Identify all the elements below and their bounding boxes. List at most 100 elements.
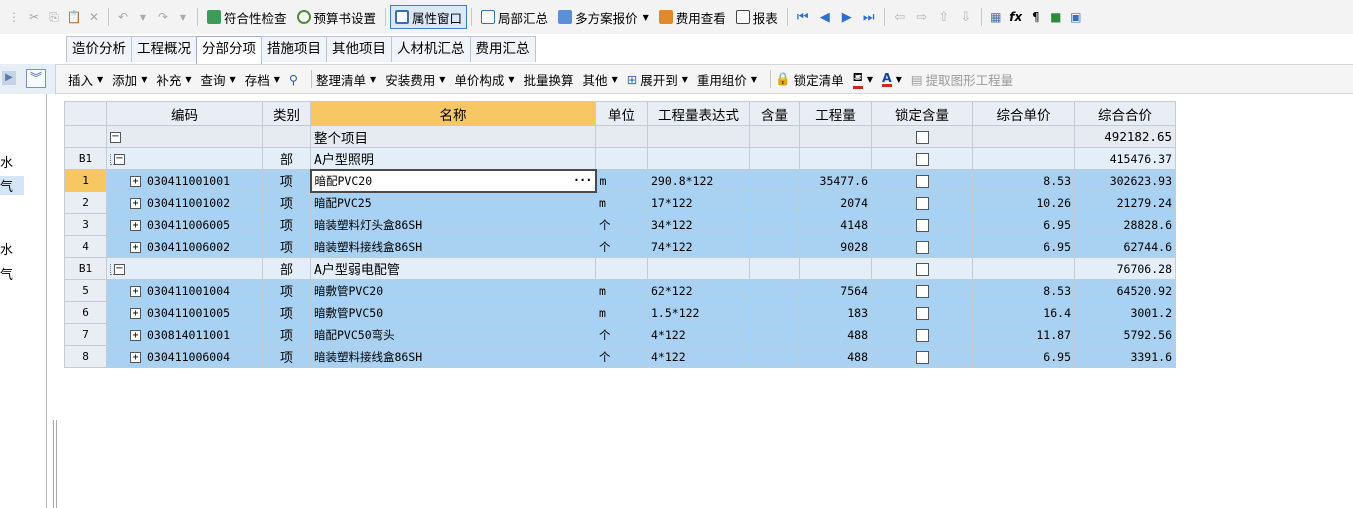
col-header-name[interactable]: 名称: [310, 101, 596, 126]
organize-list-button[interactable]: 整理清单 ▼: [316, 70, 376, 89]
cube-icon[interactable]: ■: [1048, 9, 1064, 25]
unit-price-composition-button[interactable]: 单价构成 ▼: [454, 70, 514, 89]
tree-node-gas[interactable]: 气: [0, 264, 13, 283]
expand-icon[interactable]: +: [130, 285, 141, 297]
tab-sub-items[interactable]: 分部分项: [196, 36, 262, 64]
name-cell[interactable]: 整个项目: [310, 125, 596, 148]
paragraph-icon[interactable]: ¶: [1028, 9, 1044, 25]
type-cell[interactable]: 项: [262, 169, 311, 192]
expression-cell[interactable]: 290.8*122: [647, 169, 750, 192]
project-total-row[interactable]: − 整个项目 492182.65: [64, 125, 1176, 148]
col-header-content[interactable]: 含量: [749, 101, 800, 126]
content-cell[interactable]: [749, 191, 800, 214]
binoculars-icon[interactable]: ⚲: [289, 72, 298, 87]
content-cell[interactable]: [749, 323, 800, 346]
table-row[interactable]: 6 +030411001005 项 暗敷管PVC50 m 1.5*122 183…: [64, 301, 1176, 324]
quantity-cell[interactable]: 488: [799, 345, 872, 368]
total-price-cell[interactable]: 492182.65: [1074, 125, 1176, 148]
unit-price-cell[interactable]: 10.26: [972, 191, 1075, 214]
collapse-icon[interactable]: −: [114, 263, 125, 275]
expression-cell[interactable]: 74*122: [647, 235, 750, 258]
total-price-cell[interactable]: 21279.24: [1074, 191, 1176, 214]
name-cell[interactable]: A户型照明: [310, 147, 596, 170]
more-options-icon[interactable]: ···: [573, 173, 593, 187]
row-number[interactable]: 3: [64, 213, 107, 236]
col-header-total-price[interactable]: 综合合价: [1074, 101, 1176, 126]
content-cell[interactable]: [749, 147, 800, 170]
unit-cell[interactable]: m: [595, 191, 648, 214]
unit-cell[interactable]: m: [595, 279, 648, 302]
col-header-code[interactable]: 编码: [106, 101, 263, 126]
unit-cell[interactable]: [595, 257, 648, 280]
quantity-cell[interactable]: 4148: [799, 213, 872, 236]
redo-dropdown-icon[interactable]: ▼: [175, 9, 191, 25]
content-cell[interactable]: [749, 213, 800, 236]
code-cell[interactable]: +030411001001: [106, 169, 263, 192]
row-number[interactable]: 2: [64, 191, 107, 214]
unit-price-cell[interactable]: 6.95: [972, 345, 1075, 368]
code-cell[interactable]: +030411001004: [106, 279, 263, 302]
tab-labor-material-summary[interactable]: 人材机汇总: [391, 36, 471, 62]
lock-content-cell[interactable]: [871, 279, 973, 302]
col-header-quantity[interactable]: 工程量: [799, 101, 872, 126]
corner-cell[interactable]: [64, 101, 107, 126]
code-cell[interactable]: −: [106, 147, 263, 170]
move-right-icon[interactable]: ⇨: [913, 9, 931, 25]
undo-icon[interactable]: ↶: [115, 9, 131, 25]
type-cell[interactable]: 项: [262, 279, 311, 302]
content-cell[interactable]: [749, 235, 800, 258]
tree-node-water[interactable]: 水: [0, 152, 13, 171]
lock-checkbox[interactable]: [915, 284, 929, 298]
expression-cell[interactable]: 4*122: [647, 323, 750, 346]
last-record-icon[interactable]: ⏭: [860, 9, 878, 25]
code-cell[interactable]: +030411006004: [106, 345, 263, 368]
query-button[interactable]: 查询 ▼: [201, 70, 236, 89]
move-down-icon[interactable]: ⇩: [957, 9, 975, 25]
quantity-cell[interactable]: 7564: [799, 279, 872, 302]
row-number[interactable]: [64, 125, 107, 148]
unit-cell[interactable]: 个: [595, 323, 648, 346]
col-header-unit[interactable]: 单位: [595, 101, 648, 126]
cut-icon[interactable]: ✂: [26, 9, 42, 25]
type-cell[interactable]: 项: [262, 323, 311, 346]
lock-checkbox[interactable]: [915, 130, 929, 144]
unit-cell[interactable]: 个: [595, 235, 648, 258]
compliance-check-button[interactable]: 符合性检查: [202, 5, 292, 29]
quantity-cell[interactable]: 35477.6: [799, 169, 872, 192]
expand-icon[interactable]: +: [130, 241, 141, 253]
row-number[interactable]: B1: [64, 147, 107, 170]
name-cell[interactable]: 暗装塑料接线盒86SH: [310, 345, 596, 368]
name-cell[interactable]: 暗配PVC20 ···: [309, 168, 597, 193]
section-row[interactable]: B1 − 部 A户型照明 415476.37: [64, 147, 1176, 170]
unit-price-cell[interactable]: 6.95: [972, 213, 1075, 236]
pane-splitter[interactable]: [53, 420, 57, 508]
row-number[interactable]: B1: [64, 257, 107, 280]
lock-checkbox[interactable]: [915, 328, 929, 342]
name-cell[interactable]: 暗敷管PVC50: [310, 301, 596, 324]
lock-checkbox[interactable]: [915, 262, 929, 276]
col-header-lock-content[interactable]: 锁定含量: [871, 101, 973, 126]
tab-project-overview[interactable]: 工程概况: [131, 36, 197, 62]
delete-icon[interactable]: ✕: [86, 9, 102, 25]
unit-price-cell[interactable]: 8.53: [972, 279, 1075, 302]
expression-cell[interactable]: [647, 147, 750, 170]
expand-icon[interactable]: +: [130, 307, 141, 319]
total-price-cell[interactable]: 3001.2: [1074, 301, 1176, 324]
expression-cell[interactable]: 1.5*122: [647, 301, 750, 324]
unit-cell[interactable]: m: [595, 169, 648, 192]
unit-cell[interactable]: m: [595, 301, 648, 324]
content-cell[interactable]: [749, 301, 800, 324]
collapse-icon[interactable]: −: [110, 131, 121, 143]
property-window-button[interactable]: 属性窗口: [390, 5, 468, 29]
row-number[interactable]: 1: [64, 169, 107, 192]
code-cell[interactable]: −: [106, 125, 263, 148]
row-number[interactable]: 7: [64, 323, 107, 346]
unit-price-cell[interactable]: [972, 147, 1075, 170]
code-cell[interactable]: +030411001005: [106, 301, 263, 324]
col-header-unit-price[interactable]: 综合单价: [972, 101, 1075, 126]
col-header-expression[interactable]: 工程量表达式: [647, 101, 750, 126]
move-left-icon[interactable]: ⇦: [891, 9, 909, 25]
col-header-type[interactable]: 类别: [262, 101, 311, 126]
type-cell[interactable]: 项: [262, 191, 311, 214]
tab-fee-summary[interactable]: 费用汇总: [469, 36, 536, 62]
